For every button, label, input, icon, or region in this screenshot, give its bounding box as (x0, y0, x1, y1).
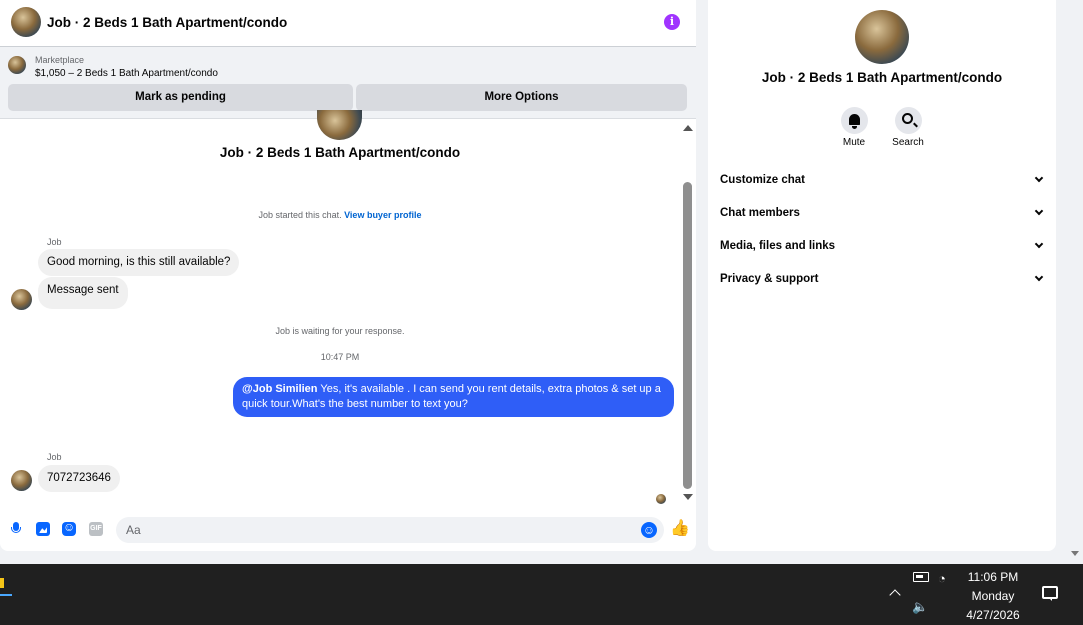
sender-avatar[interactable] (11, 470, 32, 491)
scroll-down-arrow-icon[interactable] (683, 494, 693, 500)
message-bubble-incoming[interactable]: Message sent (38, 277, 128, 309)
menu-label: Customize chat (720, 174, 805, 186)
scroll-thumb[interactable] (683, 182, 692, 489)
page-scroll-down-arrow-icon[interactable] (1071, 551, 1079, 556)
microphone-icon[interactable] (9, 522, 23, 536)
battery-icon[interactable] (913, 572, 929, 582)
clock-date: 4/27/2026 (966, 608, 1020, 622)
menu-label: Privacy & support (720, 273, 819, 285)
emoji-icon[interactable]: ☺ (641, 522, 657, 538)
menu-media-files-links[interactable]: Media, files and links (720, 235, 1044, 257)
conversation-avatar (317, 110, 362, 140)
menu-customize-chat[interactable]: Customize chat (720, 169, 1044, 191)
message-bubble-outgoing[interactable]: @Job Similien Yes, it's available . I ca… (233, 377, 674, 417)
sender-avatar[interactable] (11, 289, 32, 310)
clock-time: 11:06 PM (967, 570, 1019, 584)
message-input[interactable] (116, 517, 664, 543)
message-bubble-incoming[interactable]: 7072723646 (38, 465, 120, 492)
scroll-up-arrow-icon[interactable] (683, 125, 693, 131)
show-hidden-icons-chevron-icon[interactable] (889, 589, 901, 601)
message-timestamp: 10:47 PM (320, 352, 360, 362)
info-avatar[interactable] (855, 10, 909, 64)
taskbar-app-icon[interactable] (0, 570, 12, 596)
waiting-notice: Job is waiting for your response. (275, 326, 405, 336)
chevron-down-icon (1034, 173, 1044, 183)
info-title: Job · 2 Beds 1 Bath Apartment/condo (761, 70, 1003, 85)
info-icon[interactable]: i (664, 14, 680, 30)
menu-label: Chat members (720, 207, 800, 219)
image-icon[interactable] (36, 522, 50, 536)
search-icon[interactable] (894, 107, 922, 134)
menu-privacy-support[interactable]: Privacy & support (720, 268, 1044, 290)
message-bubble-incoming[interactable]: Good morning, is this still available? (38, 249, 240, 276)
search-label: Search (892, 137, 924, 148)
marketplace-label: Marketplace (35, 55, 85, 65)
chat-info-panel: Job · 2 Beds 1 Bath Apartment/condo Mute… (708, 0, 1056, 551)
view-buyer-profile-link[interactable]: View buyer profile (344, 210, 421, 220)
contact-avatar[interactable] (11, 7, 41, 37)
chat-started-text: Job started this chat. (258, 210, 342, 220)
message-list: Job · 2 Beds 1 Bath Apartment/condo Job … (0, 110, 680, 510)
thumbs-up-icon[interactable]: 👍 (670, 520, 690, 538)
chat-panel: Job · 2 Beds 1 Bath Apartment/condo i Ma… (0, 0, 696, 551)
search-button[interactable]: Search (888, 107, 928, 148)
taskbar: ◔ 🔈 11:06 PM Monday 4/27/2026 (0, 564, 1083, 625)
wifi-icon[interactable]: ◔ (938, 572, 946, 586)
menu-chat-members[interactable]: Chat members (720, 202, 1044, 224)
chat-header: Job · 2 Beds 1 Bath Apartment/condo i (0, 0, 696, 47)
conversation-title: Job · 2 Beds 1 Bath Apartment/condo (219, 145, 461, 160)
mute-label: Mute (842, 137, 866, 148)
chevron-down-icon (1034, 239, 1044, 249)
notifications-icon[interactable] (1042, 586, 1058, 601)
clock-day: Monday (971, 589, 1015, 603)
sender-name: Job (47, 452, 62, 462)
clock[interactable]: 11:06 PM Monday 4/27/2026 (955, 568, 1031, 625)
chevron-down-icon (1034, 206, 1044, 216)
marketplace-bar: Marketplace $1,050 – 2 Beds 1 Bath Apart… (0, 47, 696, 119)
volume-icon[interactable]: 🔈 (912, 600, 928, 614)
listing-price-title[interactable]: $1,050 – 2 Beds 1 Bath Apartment/condo (35, 68, 218, 79)
more-options-button[interactable]: More Options (356, 84, 687, 111)
bell-icon[interactable] (840, 107, 868, 134)
mute-button[interactable]: Mute (834, 107, 874, 148)
seen-receipt-avatar (656, 494, 666, 504)
sender-name: Job (47, 237, 62, 247)
message-scrollbar[interactable] (680, 120, 696, 510)
chevron-down-icon (1034, 272, 1044, 282)
chat-title[interactable]: Job · 2 Beds 1 Bath Apartment/condo (47, 15, 287, 30)
chat-started-notice: Job started this chat. View buyer profil… (0, 210, 680, 220)
mention-tag[interactable]: @Job Similien (242, 383, 318, 395)
mark-as-pending-button[interactable]: Mark as pending (8, 84, 353, 111)
message-composer: GIF ☺ 👍 (0, 512, 696, 548)
gif-icon[interactable]: GIF (89, 522, 103, 536)
sticker-icon[interactable] (62, 520, 76, 536)
menu-label: Media, files and links (720, 240, 836, 252)
listing-thumbnail[interactable] (8, 56, 26, 74)
